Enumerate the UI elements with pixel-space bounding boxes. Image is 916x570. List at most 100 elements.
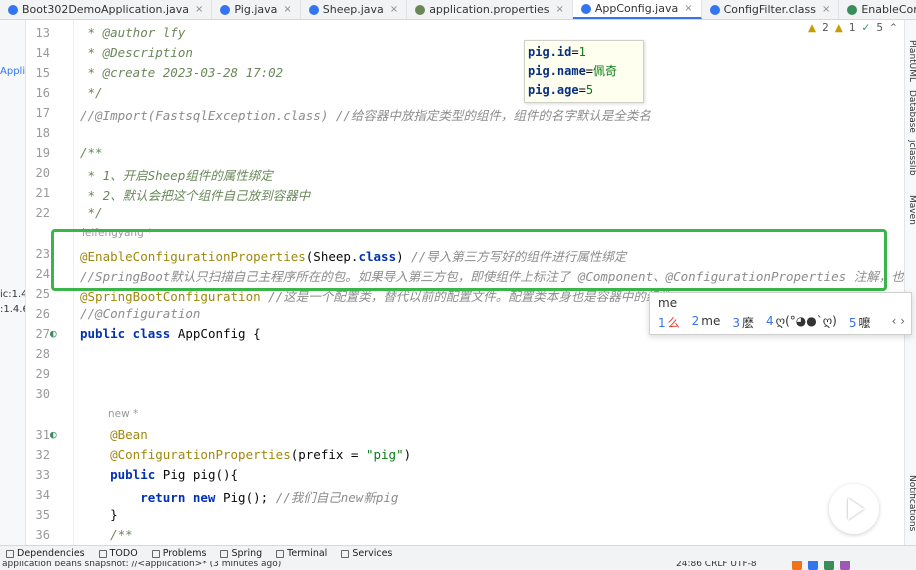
typo-icon: ✓: [861, 22, 871, 34]
ime-candidate[interactable]: 3麽: [732, 314, 754, 331]
warning-count: 2: [822, 22, 829, 34]
tool-window-bar: Dependencies TODO Problems Spring Terminal Se…: [0, 545, 916, 561]
chevron-up-icon[interactable]: ⌃: [889, 22, 898, 34]
jclasslib-tool-button[interactable]: jclasslib: [907, 140, 916, 176]
code-line: */: [80, 205, 103, 220]
database-tool-button[interactable]: Database: [907, 90, 916, 133]
line-number: 24: [35, 267, 50, 281]
code-line: @Bean: [80, 427, 148, 442]
properties-tooltip: pig.id=1 pig.name=佩奇 pig.age=5: [524, 40, 644, 103]
code-text: */: [80, 85, 103, 100]
ime-candidate[interactable]: 2 me: [692, 314, 721, 331]
bean-gutter-icon[interactable]: ◐: [50, 428, 57, 441]
code-line: * @author lfy: [80, 25, 186, 40]
ime-page-arrows[interactable]: ‹ ›: [892, 314, 905, 328]
line-number: 15: [35, 66, 50, 80]
editor-tab[interactable]: Sheep.java ×: [301, 0, 408, 19]
tray-icon[interactable]: [840, 561, 850, 570]
java-file-icon: [709, 4, 720, 15]
code-text: }: [80, 507, 118, 522]
close-icon[interactable]: ×: [195, 4, 203, 15]
identifier: Pig();: [215, 490, 276, 505]
highlight-box: [51, 229, 887, 291]
status-message: application beans snapshot: //<applicati…: [2, 561, 282, 569]
java-file-icon: [8, 4, 18, 15]
property-value: 5: [585, 83, 594, 97]
tool-window-icon: [220, 549, 229, 558]
tray-icon[interactable]: [792, 561, 802, 570]
editor-tab[interactable]: application.properties ×: [407, 0, 573, 19]
editor-tab[interactable]: EnableConfigurationProperties.java: [839, 0, 916, 19]
property-key: pig.name: [528, 64, 586, 78]
notifications-tool-button[interactable]: Notifications: [907, 475, 916, 531]
line-number: 17: [35, 106, 50, 120]
code-line: public Pig pig(){: [80, 467, 238, 482]
editor-tab[interactable]: Pig.java ×: [212, 0, 301, 19]
tool-window-problems[interactable]: Problems: [151, 548, 207, 559]
candidate-text: 嚒: [858, 316, 871, 330]
maven-tool-button[interactable]: Maven: [907, 195, 916, 225]
string-literal: "pig": [365, 447, 404, 462]
editor-tab[interactable]: ConfigFilter.class ×: [702, 0, 840, 19]
candidate-number: 5: [848, 316, 857, 330]
tool-window-icon: [6, 549, 14, 558]
code-line: /**: [80, 145, 103, 160]
line-number: 25: [35, 287, 50, 301]
line-number: 32: [35, 448, 50, 462]
close-icon[interactable]: ×: [283, 4, 291, 15]
line-number: 19: [35, 146, 50, 160]
tool-window-spring[interactable]: Spring: [220, 548, 262, 559]
editor-tab[interactable]: Boot302DemoApplication.java ×: [0, 0, 213, 19]
code-text: (prefix =: [290, 447, 366, 462]
property-value: 佩奇: [593, 64, 618, 78]
tool-window-services[interactable]: Services: [341, 548, 392, 559]
tool-window-icon: [341, 549, 350, 558]
tray-icon[interactable]: [808, 561, 818, 570]
caret-position[interactable]: 24:86 CRLF UTF-8: [676, 561, 757, 569]
code-text: * @Description: [80, 45, 193, 60]
author-inlay-hint[interactable]: new *: [108, 408, 138, 420]
ime-candidate-popup[interactable]: me 1 么 2 me 3 麽 4 ღ(°◕●`ღ) 5 嚒 ‹ ›: [649, 292, 912, 335]
editor-tab[interactable]: AppConfig.java ×: [572, 0, 702, 19]
tool-window-icon: [98, 549, 107, 558]
tool-window-label: Services: [352, 548, 393, 559]
code-line: * 2、默认会把这个组件自己放到容器中: [80, 185, 311, 204]
line-number: 27: [35, 327, 50, 341]
editor-tab-bar: Boot302DemoApplication.java × Pig.java × She…: [0, 0, 916, 20]
close-icon[interactable]: ×: [822, 4, 830, 15]
inspection-widget[interactable]: ▲2 ▲1 ✓5 ⌃ ⌄: [808, 22, 913, 34]
code-line: * @create 2023-03-28 17:02: [80, 65, 284, 80]
close-icon[interactable]: ×: [684, 3, 692, 14]
equals-sign: =: [578, 83, 586, 97]
code-text: ): [403, 447, 412, 462]
code-line: */: [80, 85, 103, 100]
warning-icon: ▲: [808, 22, 817, 34]
annotation: @ConfigurationProperties: [80, 447, 291, 462]
tool-window-dependencies[interactable]: Dependencies: [6, 548, 85, 559]
ime-candidate[interactable]: 5嚒: [849, 314, 871, 331]
java-file-icon: [580, 3, 591, 14]
plantuml-tool-button[interactable]: PlantUML: [907, 40, 916, 82]
tray-icon[interactable]: [824, 561, 834, 570]
play-button[interactable]: [829, 484, 879, 534]
close-icon[interactable]: ×: [556, 4, 564, 15]
tool-window-todo[interactable]: TODO: [98, 548, 138, 559]
dependency-fragment: ic:1.4: [0, 289, 26, 300]
code-text: * @author lfy: [80, 25, 186, 40]
code-line: return new Pig(); //我们自己new新pig: [80, 487, 398, 506]
project-tree-fragment[interactable]: Applic: [0, 66, 25, 77]
ime-candidate[interactable]: 1么: [658, 314, 680, 331]
candidate-text: 么: [667, 316, 680, 330]
tab-label: EnableConfigurationProperties.java: [861, 3, 916, 16]
close-icon[interactable]: ×: [390, 4, 398, 15]
right-tool-strip: PlantUML Database jclasslib Maven Notifi…: [904, 20, 916, 545]
project-tool-strip: Applic ic:1.4 :1.4.6: [0, 20, 26, 545]
tab-label: Boot302DemoApplication.java: [22, 3, 190, 16]
bean-gutter-icon[interactable]: ◐: [50, 327, 57, 340]
code-line: //@Configuration: [80, 306, 200, 321]
line-number: 18: [35, 126, 50, 140]
tool-window-terminal[interactable]: Terminal: [276, 548, 327, 559]
annotation: @Bean: [80, 427, 148, 442]
ime-candidate[interactable]: 4 ღ(°◕●`ღ): [766, 314, 837, 331]
tool-window-label: Problems: [162, 548, 207, 559]
